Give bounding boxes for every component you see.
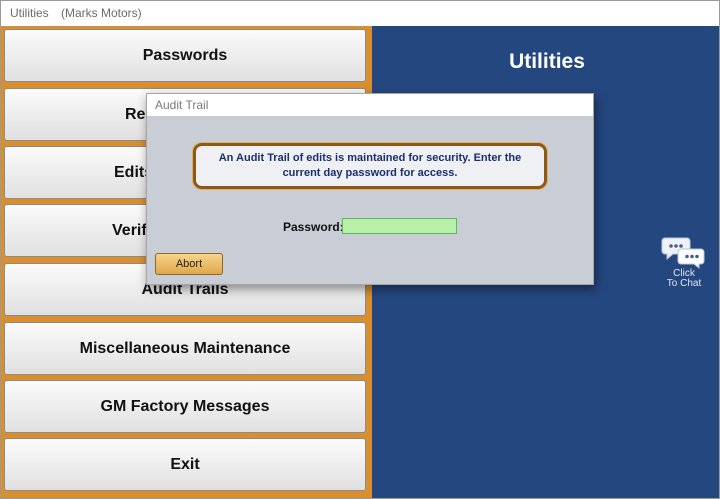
panel-title: Utilities <box>509 50 585 73</box>
dialog-title-bar: Audit Trail <box>147 94 593 116</box>
passwords-button[interactable]: Passwords <box>4 29 366 82</box>
window-subtitle: (Marks Motors) <box>61 6 142 20</box>
miscellaneous-maintenance-button[interactable]: Miscellaneous Maintenance <box>4 322 366 375</box>
click-to-chat[interactable]: Click To Chat <box>657 235 711 295</box>
chat-label-line2: To Chat <box>666 278 702 289</box>
password-input[interactable] <box>342 218 457 234</box>
dialog-message-line2: current day password for access. <box>282 167 458 179</box>
dialog-message: An Audit Trail of edits is maintained fo… <box>193 143 547 189</box>
exit-button[interactable]: Exit <box>4 438 366 491</box>
dialog-title: Audit Trail <box>155 98 209 112</box>
window-title: Utilities <box>10 6 49 20</box>
title-bar: Utilities (Marks Motors) <box>1 1 719 26</box>
audit-trail-dialog: Audit Trail An Audit Trail of edits is m… <box>146 93 594 285</box>
gm-factory-messages-button[interactable]: GM Factory Messages <box>4 380 366 433</box>
password-label: Password: <box>283 220 344 234</box>
chat-bubbles-icon <box>661 237 705 269</box>
abort-button[interactable]: Abort <box>155 253 223 275</box>
dialog-message-line1: An Audit Trail of edits is maintained fo… <box>218 152 522 164</box>
